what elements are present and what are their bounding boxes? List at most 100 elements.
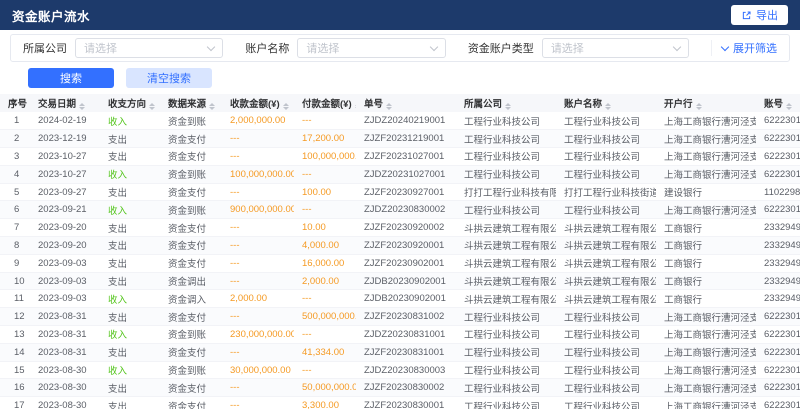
search-button[interactable]: 搜索 bbox=[28, 68, 114, 88]
cell-company: 工程行业科技公司 bbox=[456, 112, 556, 130]
cell-direction: 支出 bbox=[100, 130, 160, 148]
cell-account-name: 工程行业科技公司 bbox=[556, 130, 656, 148]
sort-caret-icon[interactable] bbox=[696, 103, 702, 111]
cell-account-no: 62223011 bbox=[756, 343, 800, 361]
sort-caret-icon[interactable] bbox=[786, 103, 792, 111]
sort-caret-icon[interactable] bbox=[355, 103, 356, 111]
cell-date: 2023-08-30 bbox=[30, 397, 100, 409]
cell-receive: --- bbox=[222, 130, 294, 148]
column-header-2[interactable]: 收支方向 bbox=[100, 94, 160, 112]
cell-company: 工程行业科技公司 bbox=[456, 165, 556, 183]
column-header-10[interactable]: 账号 bbox=[756, 94, 800, 112]
cell-no: 6 bbox=[0, 201, 30, 219]
cell-receive: --- bbox=[222, 343, 294, 361]
cell-order: ZJZF20230902001 bbox=[356, 254, 456, 272]
cell-no: 1 bbox=[0, 112, 30, 130]
cell-receive: 2,000,000.00 bbox=[222, 112, 294, 130]
cell-pay: 4,000.00 bbox=[294, 237, 356, 255]
column-header-5[interactable]: 付款金额(¥) bbox=[294, 94, 356, 112]
cell-date: 2023-08-30 bbox=[30, 361, 100, 379]
table-row: 122023-08-31支出资金支付---500,000,000.00ZJZF2… bbox=[0, 308, 800, 326]
expand-filters-link[interactable]: 展开筛选 bbox=[711, 40, 777, 56]
cell-receive: --- bbox=[222, 379, 294, 397]
cell-date: 2023-09-20 bbox=[30, 219, 100, 237]
cell-account-no: 62223011 bbox=[756, 130, 800, 148]
filter-panel: 所属公司请选择账户名称请选择资金账户类型请选择 展开筛选 bbox=[10, 34, 790, 62]
cell-date: 2024-02-19 bbox=[30, 112, 100, 130]
cell-bank: 工商银行 bbox=[656, 254, 756, 272]
clear-search-button[interactable]: 清空搜索 bbox=[126, 68, 212, 88]
cell-receive: --- bbox=[222, 183, 294, 201]
column-header-4[interactable]: 收款金额(¥) bbox=[222, 94, 294, 112]
sort-caret-icon[interactable] bbox=[605, 103, 611, 111]
column-header-8[interactable]: 账户名称 bbox=[556, 94, 656, 112]
cell-direction: 收入 bbox=[100, 290, 160, 308]
column-header-label: 收款金额(¥) bbox=[230, 99, 280, 110]
sort-caret-icon[interactable] bbox=[209, 103, 215, 111]
cell-direction: 支出 bbox=[100, 148, 160, 166]
account-name-select[interactable]: 请选择 bbox=[297, 38, 445, 58]
company-select[interactable]: 请选择 bbox=[75, 38, 223, 58]
cell-account-no: 23329499 bbox=[756, 290, 800, 308]
cell-bank: 工商银行 bbox=[656, 219, 756, 237]
cell-source: 资金支付 bbox=[160, 219, 222, 237]
filter-group: 账户名称请选择 bbox=[245, 38, 445, 58]
column-header-7[interactable]: 所属公司 bbox=[456, 94, 556, 112]
chevron-down-icon bbox=[207, 42, 215, 50]
cell-source: 资金支付 bbox=[160, 379, 222, 397]
account-type-select[interactable]: 请选择 bbox=[542, 38, 689, 58]
sort-caret-icon[interactable] bbox=[505, 103, 511, 111]
cell-date: 2023-08-30 bbox=[30, 379, 100, 397]
cell-company: 工程行业科技公司 bbox=[456, 326, 556, 344]
sort-caret-icon[interactable] bbox=[149, 103, 155, 111]
column-header-1[interactable]: 交易日期 bbox=[30, 94, 100, 112]
cell-bank: 上海工商银行漕河泾支行 bbox=[656, 112, 756, 130]
cell-pay: --- bbox=[294, 201, 356, 219]
column-header-6[interactable]: 单号 bbox=[356, 94, 456, 112]
cell-receive: 900,000,000.00 bbox=[222, 201, 294, 219]
sort-caret-icon[interactable] bbox=[79, 103, 85, 111]
table-row: 152023-08-30收入资金到账30,000,000.00---ZJDZ20… bbox=[0, 361, 800, 379]
cell-receive: --- bbox=[222, 272, 294, 290]
cell-bank: 上海工商银行漕河泾支行 bbox=[656, 165, 756, 183]
cell-order: ZJDZ20230830003 bbox=[356, 361, 456, 379]
export-button[interactable]: 导出 bbox=[731, 5, 788, 25]
table-header-row: 序号交易日期收支方向数据来源收款金额(¥)付款金额(¥)单号所属公司账户名称开户… bbox=[0, 94, 800, 112]
table-row: 22023-12-19支出资金支付---17,200.00ZJZF2023121… bbox=[0, 130, 800, 148]
cell-bank: 上海工商银行漕河泾支行 bbox=[656, 130, 756, 148]
column-header-9[interactable]: 开户行 bbox=[656, 94, 756, 112]
cell-company: 工程行业科技公司 bbox=[456, 308, 556, 326]
cell-company: 斗拱云建筑工程有限公司 bbox=[456, 219, 556, 237]
sort-caret-icon[interactable] bbox=[386, 103, 392, 111]
cell-account-name: 工程行业科技公司 bbox=[556, 379, 656, 397]
cell-source: 资金到账 bbox=[160, 112, 222, 130]
filter-label: 所属公司 bbox=[23, 40, 67, 56]
cell-receive: --- bbox=[222, 237, 294, 255]
actions-bar: 搜索 清空搜索 bbox=[28, 68, 800, 88]
cell-account-name: 工程行业科技公司 bbox=[556, 361, 656, 379]
cell-date: 2023-09-20 bbox=[30, 237, 100, 255]
cell-source: 资金调入 bbox=[160, 290, 222, 308]
cell-date: 2023-09-03 bbox=[30, 254, 100, 272]
cell-company: 工程行业科技公司 bbox=[456, 397, 556, 409]
cell-source: 资金支付 bbox=[160, 148, 222, 166]
cell-account-no: 23329499 bbox=[756, 237, 800, 255]
cell-source: 资金支付 bbox=[160, 130, 222, 148]
cell-date: 2023-09-03 bbox=[30, 272, 100, 290]
sort-caret-icon[interactable] bbox=[283, 103, 289, 111]
cell-company: 工程行业科技公司 bbox=[456, 130, 556, 148]
column-header-label: 交易日期 bbox=[38, 99, 76, 110]
cell-source: 资金到账 bbox=[160, 165, 222, 183]
cell-bank: 建设银行 bbox=[656, 183, 756, 201]
cell-no: 3 bbox=[0, 148, 30, 166]
table-row: 112023-09-03收入资金调入2,000.00---ZJDB2023090… bbox=[0, 290, 800, 308]
filter-group: 所属公司请选择 bbox=[23, 38, 223, 58]
cell-no: 10 bbox=[0, 272, 30, 290]
select-placeholder: 请选择 bbox=[306, 40, 339, 56]
cell-bank: 上海工商银行漕河泾支行 bbox=[656, 361, 756, 379]
cell-date: 2023-09-03 bbox=[30, 290, 100, 308]
cell-direction: 支出 bbox=[100, 397, 160, 409]
column-header-3[interactable]: 数据来源 bbox=[160, 94, 222, 112]
cell-direction: 支出 bbox=[100, 379, 160, 397]
cell-direction: 收入 bbox=[100, 326, 160, 344]
